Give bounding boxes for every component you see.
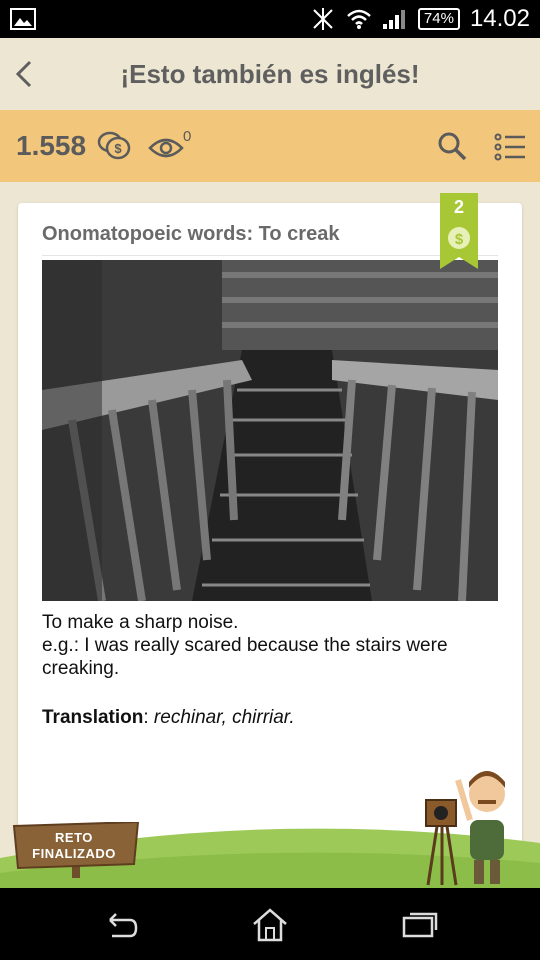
clock: 14.02 [469, 5, 530, 32]
dollar-icon: $ [455, 231, 464, 248]
sign-text: RETO FINALIZADO [12, 830, 136, 862]
sign-line-1: RETO [55, 830, 93, 845]
search-icon[interactable] [436, 130, 468, 162]
view-count: 0 [183, 128, 192, 145]
sign-line-2: FINALIZADO [32, 846, 116, 861]
list-icon[interactable] [494, 132, 526, 162]
mascot-photographer [425, 771, 505, 886]
wifi-icon [347, 9, 371, 29]
eye-icon [148, 138, 184, 158]
title-bar: ¡Esto también es inglés! [0, 38, 540, 110]
coin-badge: $ 2 [440, 193, 478, 269]
badge-number: 2 [453, 197, 464, 217]
translation: Translation: rechinar, chirriar. [42, 707, 295, 728]
svg-text:$: $ [114, 141, 122, 156]
signal-icon [382, 10, 405, 29]
battery-indicator: 74% [417, 8, 460, 30]
example-sentence: e.g.: I was really scared because the st… [42, 635, 448, 679]
toolbar: 1.558 $ 0 [0, 110, 540, 182]
translation-label: Translation [42, 707, 144, 728]
coin-count: 1.558 [16, 130, 87, 161]
page-title: ¡Esto también es inglés! [120, 59, 420, 89]
coins-icon: $ [97, 131, 131, 160]
back-arrow-icon[interactable] [10, 56, 40, 92]
system-nav-bar [0, 888, 540, 960]
status-bar: 74% 14.02 [0, 0, 540, 38]
nav-recent-icon[interactable] [400, 908, 440, 940]
nav-home-icon[interactable] [250, 906, 290, 942]
card-title: Onomatopoeic words: To creak [42, 223, 340, 245]
divider [42, 255, 498, 256]
bluetooth-off-icon [313, 8, 333, 30]
definition-text: To make a sharp noise. e.g.: I was reall… [42, 611, 502, 680]
definition: To make a sharp noise. [42, 612, 239, 633]
nav-back-icon[interactable] [100, 908, 140, 940]
lesson-photo [42, 260, 498, 601]
translation-value: rechinar, chirriar. [153, 707, 295, 728]
image-icon [10, 8, 36, 30]
